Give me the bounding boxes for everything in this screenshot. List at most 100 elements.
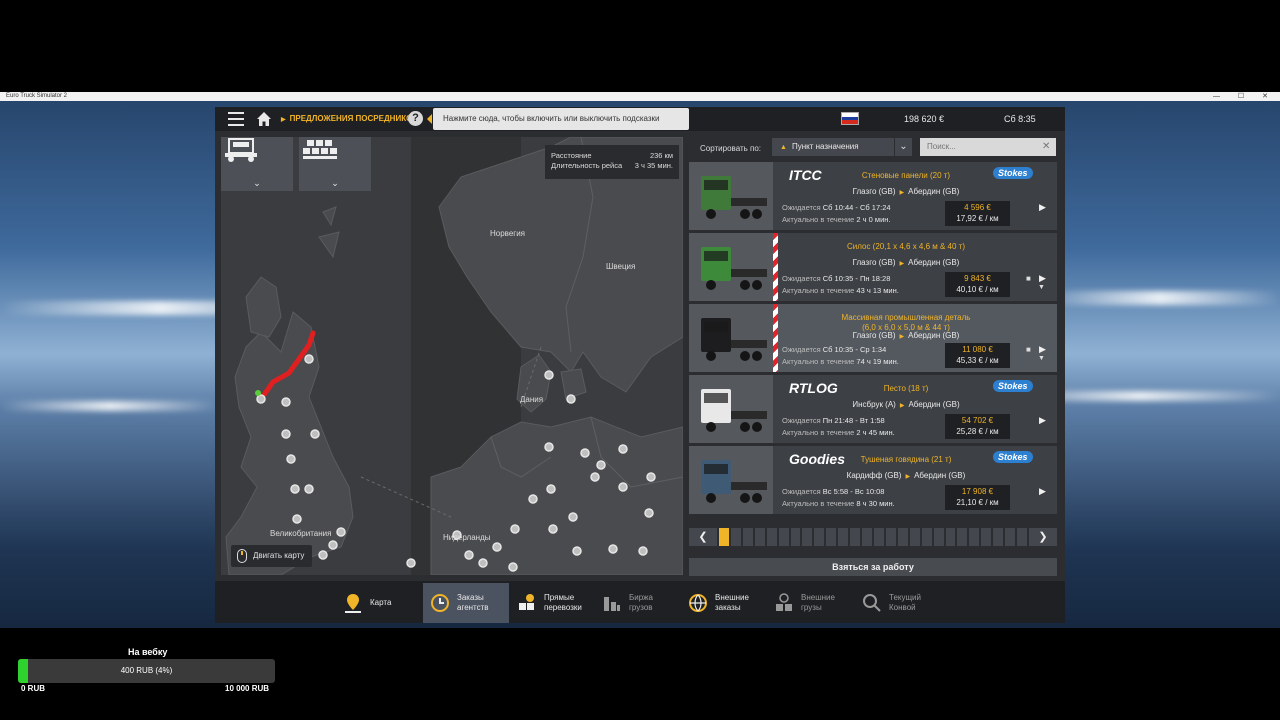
page-indicator[interactable] (909, 528, 920, 546)
chevron-down-icon[interactable]: ⌄ (299, 175, 371, 191)
play-route-icon[interactable]: ▶ (1039, 202, 1046, 213)
truck-thumbnail (689, 446, 773, 514)
move-map-label: Двигать карту (253, 551, 305, 560)
route: Глазго (GB) ▶ Абердин (GB) (781, 187, 1031, 196)
next-page-button[interactable]: ❯ (1029, 528, 1057, 546)
truck-thumbnail (689, 304, 773, 372)
waiting-label: Ожидается (782, 416, 821, 425)
cargo-name: Стеновые панели (20 т) (781, 171, 1031, 181)
bottom-nav: Карта Заказы агентств Прямые перевозки Бир… (215, 581, 1065, 623)
price-per-km: 17,92 € / км (956, 214, 999, 223)
route-map[interactable]: ⌄ ⌄ Расстояние 236 км Длительность рейса 3… (221, 137, 683, 575)
money-balance: 198 620 € (904, 114, 945, 124)
page-indicator[interactable] (933, 528, 944, 546)
page-indicator[interactable] (921, 528, 932, 546)
nav-item[interactable]: Текущий Конвой (855, 583, 941, 623)
page-indicators (719, 528, 1027, 546)
special-transport-icon: ▼ (1038, 284, 1045, 291)
mouse-icon (237, 549, 247, 563)
donation-min: 0 RUB (21, 684, 46, 693)
page-indicator[interactable] (838, 528, 849, 546)
nav-label-line1: Прямые (544, 593, 575, 602)
page-indicator[interactable] (814, 528, 825, 546)
play-route-icon[interactable]: ▶ (1039, 273, 1046, 284)
page-indicator[interactable] (730, 528, 741, 546)
page-indicator[interactable] (790, 528, 801, 546)
price-per-km: 40,10 € / км (956, 285, 999, 294)
page-indicator[interactable] (850, 528, 861, 546)
play-route-icon[interactable]: ▶ (1039, 486, 1046, 497)
valid-value: 74 ч 19 мин. (856, 357, 899, 366)
map-label-denmark: Дания (520, 395, 544, 404)
job-row[interactable]: Силос (20,1 x 4,6 x 4,6 м & 40 т) Глазго… (689, 233, 1057, 301)
take-job-button[interactable]: Взяться за работу (689, 558, 1057, 576)
price-value: 17 908 € (961, 487, 994, 496)
page-indicator[interactable] (802, 528, 813, 546)
nav-item[interactable]: Внешние заказы (681, 583, 765, 623)
page-indicator[interactable] (862, 528, 872, 546)
nav-item-label: Текущий Конвой (889, 593, 921, 613)
waiting-time: Ожидается Сб 10:35 - Ср 1:34 (782, 345, 886, 354)
search-input[interactable] (920, 138, 1056, 156)
valid-value: 2 ч 45 мин. (856, 428, 895, 437)
nav-item[interactable]: Карта (336, 583, 424, 623)
page-indicator[interactable] (1005, 528, 1016, 546)
game-clock: Сб 8:35 (1004, 114, 1036, 124)
map-label-norway: Норвегия (490, 229, 526, 238)
page-indicator[interactable] (885, 528, 896, 546)
sort-select[interactable]: ▲ Пункт назначения (772, 138, 894, 156)
tooltip-hint[interactable]: Нажмите сюда, чтобы включить или выключи… (427, 108, 689, 130)
country-flag-icon (841, 112, 859, 125)
page-indicator[interactable] (742, 528, 753, 546)
trailer-selector[interactable]: ⌄ (299, 137, 371, 191)
price-value: 11 080 € (962, 345, 993, 354)
page-indicator[interactable] (897, 528, 908, 546)
breadcrumb[interactable]: ПРЕДЛОЖЕНИЯ ПОСРЕДНИКОВ (281, 107, 418, 131)
job-row[interactable]: RTLOG Stokes Песто (18 т) Инсбрук (A) ▶ Аб… (689, 375, 1057, 443)
job-price: 17 908 € 21,10 € / км (945, 485, 1010, 510)
oversize-stripe (773, 304, 778, 372)
page-indicator[interactable] (957, 528, 968, 546)
nav-item[interactable]: Биржа грузов (595, 583, 679, 623)
nav-label-line2: заказы (715, 603, 741, 612)
play-route-icon[interactable]: ▶ (1039, 415, 1046, 426)
chevron-down-icon[interactable]: ⌄ (895, 138, 912, 156)
valid-label: Актуально в течение (782, 499, 855, 508)
play-route-icon[interactable]: ▶ (1039, 344, 1046, 355)
clear-search-icon[interactable]: ✕ (1042, 138, 1050, 156)
duration-label: Длительность рейса (551, 161, 623, 170)
page-indicator[interactable] (826, 528, 837, 546)
valid-label: Актуально в течение (782, 428, 855, 437)
sort-ascending-icon: ▲ (780, 144, 787, 151)
move-map-button[interactable]: Двигать карту (231, 545, 313, 567)
job-price: 9 843 € 40,10 € / км (945, 272, 1010, 297)
nav-item[interactable]: Прямые перевозки (510, 583, 594, 623)
job-row[interactable]: ITCC Stokes Стеновые панели (20 т) Глазг… (689, 162, 1057, 230)
route: Кардифф (GB) ▶ Абердин (GB) (781, 471, 1031, 480)
job-row[interactable]: Массивная промышленная деталь (6,0 x 6,0… (689, 304, 1057, 372)
page-indicator[interactable] (754, 528, 765, 546)
page-indicator[interactable] (778, 528, 789, 546)
job-row[interactable]: Goodies Stokes Тушеная говядина (21 т) К… (689, 446, 1057, 514)
page-indicator[interactable] (1017, 528, 1027, 546)
waiting-label: Ожидается (782, 203, 821, 212)
page-indicator[interactable] (945, 528, 956, 546)
chevron-down-icon[interactable]: ⌄ (221, 175, 293, 191)
prev-page-button[interactable]: ❮ (689, 528, 717, 546)
truck-selector[interactable]: ⌄ (221, 137, 293, 191)
nav-item[interactable]: Заказы агентств (423, 583, 509, 623)
nav-item[interactable]: Внешние грузы (767, 583, 851, 623)
special-transport-icon: ▼ (1038, 355, 1045, 362)
help-icon[interactable]: ? (408, 111, 423, 126)
page-indicator[interactable] (969, 528, 980, 546)
truck-thumbnail (689, 162, 773, 230)
page-indicator[interactable] (873, 528, 884, 546)
page-indicator[interactable] (766, 528, 777, 546)
window-controls[interactable]: — ☐ ✕ (1213, 92, 1276, 101)
menu-icon[interactable] (228, 112, 244, 126)
page-indicator[interactable] (981, 528, 992, 546)
page-indicator[interactable] (993, 528, 1004, 546)
page-indicator[interactable] (719, 528, 729, 546)
waiting-value: Сб 10:44 - Сб 17:24 (822, 203, 891, 212)
home-icon[interactable] (256, 111, 272, 127)
